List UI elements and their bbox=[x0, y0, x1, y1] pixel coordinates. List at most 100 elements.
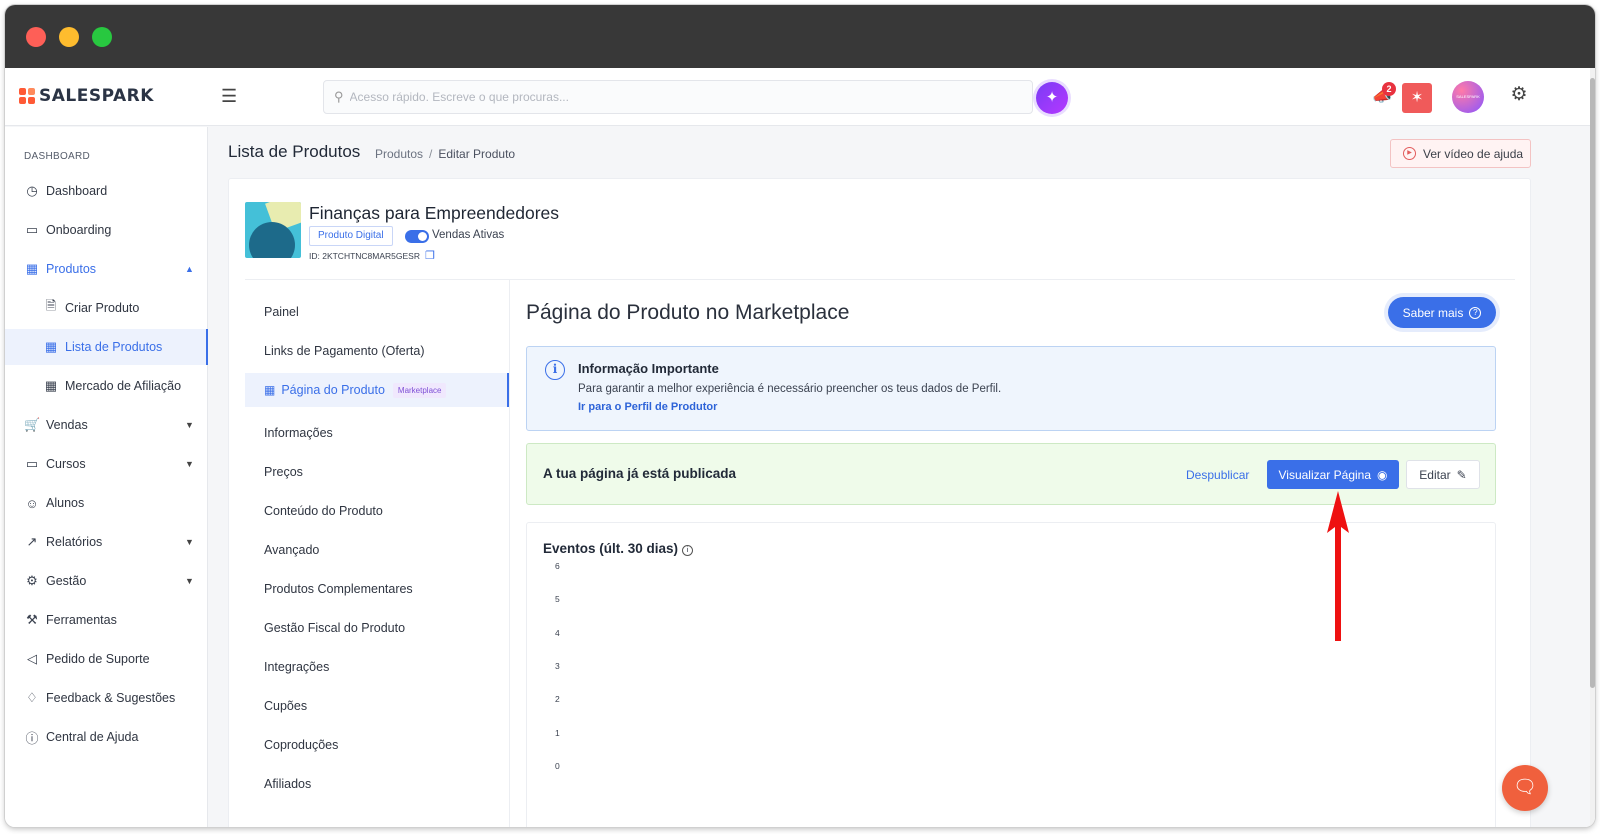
pencil-icon: ✎ bbox=[1456, 467, 1467, 482]
bell-icon: ♢ bbox=[26, 690, 38, 705]
sales-active-label: Vendas Ativas bbox=[432, 229, 505, 241]
scrollbar-thumb[interactable] bbox=[1590, 78, 1595, 688]
sidebar-item-label: Vendas bbox=[46, 418, 88, 432]
breadcrumb-item-produtos[interactable]: Produtos bbox=[375, 147, 423, 161]
learn-more-button[interactable]: Saber mais ? bbox=[1388, 297, 1496, 328]
sidebar-item-relatorios[interactable]: ↗ Relatórios ▼ bbox=[5, 524, 208, 560]
sidebar-item-label: Mercado de Afiliação bbox=[65, 379, 182, 393]
sidebar-item-feedback[interactable]: ♢ Feedback & Sugestões bbox=[5, 680, 208, 716]
sidebar-item-label: Dashboard bbox=[46, 184, 108, 198]
tab-precos[interactable]: Preços bbox=[245, 455, 509, 489]
info-icon[interactable]: i bbox=[682, 545, 694, 556]
sidebar-item-label: Criar Produto bbox=[65, 301, 140, 315]
sidebar: DASHBOARD ◷ Dashboard ▭ Onboarding ▦ Pro… bbox=[5, 127, 208, 827]
product-tabs: Painel Links de Pagamento (Oferta) ▦ Pág… bbox=[245, 280, 510, 827]
menu-collapse-icon[interactable]: ☰ bbox=[221, 86, 241, 106]
tab-cupoes[interactable]: Cupões bbox=[245, 689, 509, 723]
tab-label: Informações bbox=[264, 426, 333, 440]
page-scrollbar[interactable] bbox=[1590, 68, 1595, 827]
avatar[interactable]: SALESPARK bbox=[1452, 81, 1484, 113]
panel-title: Página do Produto no Marketplace bbox=[526, 301, 850, 324]
tab-afiliados[interactable]: Afiliados bbox=[245, 767, 509, 801]
sidebar-item-criar-produto[interactable]: 🗎 Criar Produto bbox=[5, 290, 208, 326]
tab-label: Preços bbox=[264, 465, 303, 479]
help-circle-icon: ⓘ bbox=[25, 730, 39, 746]
sidebar-item-pedido-de-suporte[interactable]: ◁ Pedido de Suporte bbox=[5, 641, 208, 677]
product-name: Finanças para Empreendedores bbox=[309, 203, 560, 223]
breadcrumb-item-current: Editar Produto bbox=[438, 147, 516, 161]
sidebar-item-lista-de-produtos[interactable]: ▦ Lista de Produtos bbox=[5, 329, 208, 365]
browser-window: SALESPARK ☰ ⚲ ✦ 📣 2 ✶ SALESPARK ⚙ DASHBO… bbox=[5, 5, 1595, 827]
monitor-icon: ▭ bbox=[25, 456, 39, 471]
tab-label: Página do Produto bbox=[281, 383, 385, 397]
sidebar-item-label: Gestão bbox=[46, 574, 87, 588]
wrench-icon: ⚒ bbox=[26, 612, 38, 627]
y-tick-label: 5 bbox=[555, 594, 560, 605]
sidebar-item-gestao[interactable]: ⚙ Gestão ▼ bbox=[5, 563, 208, 599]
sidebar-item-ferramentas[interactable]: ⚒ Ferramentas bbox=[5, 602, 208, 638]
tab-informacoes[interactable]: Informações bbox=[245, 416, 509, 450]
sidebar-item-label: Pedido de Suporte bbox=[46, 652, 150, 666]
notification-badge: 2 bbox=[1382, 82, 1396, 96]
sidebar-item-vendas[interactable]: 🛒 Vendas ▼ bbox=[5, 407, 208, 443]
quick-search[interactable]: ⚲ bbox=[323, 80, 1033, 114]
sidebar-item-dashboard[interactable]: ◷ Dashboard bbox=[5, 173, 208, 209]
minimize-window-button[interactable] bbox=[59, 27, 79, 47]
brand-logo[interactable]: SALESPARK bbox=[19, 86, 154, 106]
tab-links-de-pagamento[interactable]: Links de Pagamento (Oferta) bbox=[245, 334, 509, 368]
search-icon: ⚲ bbox=[334, 89, 344, 104]
chevron-up-icon: ▲ bbox=[185, 264, 194, 274]
sidebar-item-label: Onboarding bbox=[46, 223, 112, 237]
video-icon: ▭ bbox=[25, 222, 39, 237]
tab-label: Coproduções bbox=[264, 738, 339, 752]
info-title: Informação Importante bbox=[578, 361, 719, 376]
users-icon: ☺ bbox=[25, 495, 39, 511]
sidebar-section-title: DASHBOARD bbox=[24, 151, 91, 162]
gauge-icon: ◷ bbox=[26, 183, 38, 198]
tab-conteudo-do-produto[interactable]: Conteúdo do Produto bbox=[245, 494, 509, 528]
tab-pagina-do-produto[interactable]: ▦ Página do Produto Marketplace bbox=[245, 373, 509, 407]
unpublish-button[interactable]: Despublicar bbox=[1186, 468, 1249, 482]
tab-produtos-complementares[interactable]: Produtos Complementares bbox=[245, 572, 509, 606]
sidebar-item-cursos[interactable]: ▭ Cursos ▼ bbox=[5, 446, 208, 482]
tab-avancado[interactable]: Avançado bbox=[245, 533, 509, 567]
close-window-button[interactable] bbox=[26, 27, 46, 47]
marketplace-badge: Marketplace bbox=[392, 382, 447, 398]
chevron-down-icon: ▼ bbox=[185, 537, 194, 547]
tab-painel[interactable]: Painel bbox=[245, 295, 509, 329]
settings-gear-icon[interactable]: ⚙ bbox=[1508, 84, 1530, 106]
file-plus-icon: 🗎 bbox=[45, 298, 57, 313]
copy-icon[interactable]: ❐ bbox=[425, 249, 435, 262]
tab-label: Avançado bbox=[264, 543, 320, 557]
search-input[interactable] bbox=[349, 90, 990, 104]
edit-button[interactable]: Editar ✎ bbox=[1406, 460, 1480, 489]
eye-icon: ◉ bbox=[1377, 467, 1388, 482]
sidebar-item-onboarding[interactable]: ▭ Onboarding bbox=[5, 212, 208, 248]
window-titlebar bbox=[5, 5, 1595, 68]
play-circle-icon: ▶ bbox=[1403, 147, 1416, 160]
tab-coproducoes[interactable]: Coproduções bbox=[245, 728, 509, 762]
producer-profile-link[interactable]: Ir para o Perfil de Produtor bbox=[578, 401, 717, 413]
help-video-button[interactable]: ▶ Ver vídeo de ajuda bbox=[1390, 139, 1531, 168]
breadcrumb: Produtos / Editar Produto bbox=[375, 147, 515, 161]
bug-report-button[interactable]: ✶ bbox=[1402, 83, 1432, 113]
sidebar-item-produtos[interactable]: ▦ Produtos ▲ bbox=[5, 251, 208, 287]
sidebar-item-central-de-ajuda[interactable]: ⓘ Central de Ajuda bbox=[5, 719, 208, 755]
tab-integracoes[interactable]: Integrações bbox=[245, 650, 509, 684]
chat-support-button[interactable]: 🗨 bbox=[1502, 765, 1548, 811]
cart-icon: 🛒 bbox=[24, 417, 41, 432]
maximize-window-button[interactable] bbox=[92, 27, 112, 47]
publish-status-box: A tua página já está publicada Despublic… bbox=[526, 443, 1496, 505]
sidebar-item-mercado-de-afiliacao[interactable]: ▦ Mercado de Afiliação bbox=[5, 368, 208, 404]
sidebar-item-label: Feedback & Sugestões bbox=[46, 691, 176, 705]
marketplace-panel: Página do Produto no Marketplace Saber m… bbox=[526, 280, 1498, 827]
y-tick-label: 1 bbox=[555, 727, 560, 738]
tab-label: Gestão Fiscal do Produto bbox=[264, 621, 406, 635]
ai-assistant-button[interactable]: ✦ bbox=[1036, 82, 1068, 114]
view-page-button[interactable]: Visualizar Página ◉ bbox=[1267, 460, 1399, 489]
tab-gestao-fiscal[interactable]: Gestão Fiscal do Produto bbox=[245, 611, 509, 645]
megaphone-icon: ◁ bbox=[27, 651, 37, 666]
product-id: ID: 2KTCHTNC8MAR5GESR bbox=[309, 251, 420, 261]
sales-active-toggle[interactable] bbox=[405, 230, 429, 243]
sidebar-item-alunos[interactable]: ☺ Alunos bbox=[5, 485, 208, 521]
